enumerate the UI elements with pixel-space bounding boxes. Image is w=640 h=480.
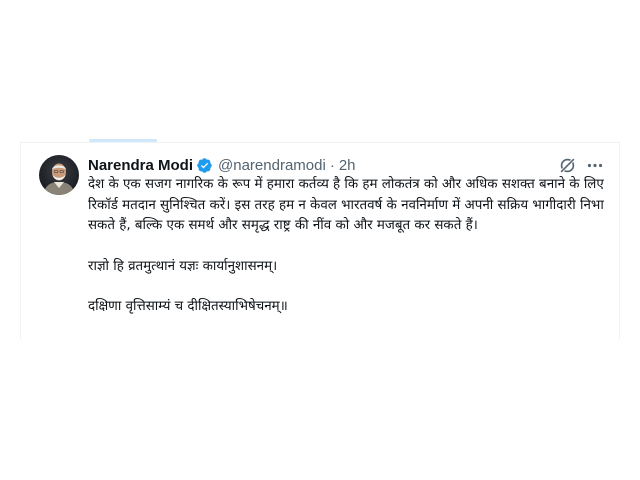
verified-badge-icon <box>196 157 213 174</box>
separator-dot: · <box>329 156 335 174</box>
tweet-card[interactable]: Narendra Modi @narendramodi · 2h देश के … <box>20 142 620 339</box>
tweet-paragraph: दक्षिणा वृत्तिसाम्यं च दीक्षितस्याभिषेचन… <box>88 299 288 314</box>
avatar-photo <box>39 155 79 195</box>
page: Narendra Modi @narendramodi · 2h देश के … <box>0 0 640 480</box>
avatar[interactable] <box>39 155 79 195</box>
tweet-header: Narendra Modi @narendramodi · 2h <box>88 155 356 175</box>
tweet-text: देश के एक सजग नागरिक के रूप में हमारा कर… <box>88 175 608 318</box>
tweet-timestamp[interactable]: 2h <box>339 157 356 174</box>
tweet-paragraph: राज्ञो हि व्रतमुत्थानं यज्ञः कार्यानुशास… <box>88 258 278 274</box>
author-handle[interactable]: @narendramodi <box>218 157 326 174</box>
grok-icon[interactable] <box>558 156 577 175</box>
more-options-icon[interactable] <box>585 156 605 175</box>
author-name[interactable]: Narendra Modi <box>88 157 193 174</box>
tweet-paragraph: देश के एक सजग नागरिक के रूप में हमारा कर… <box>88 177 609 233</box>
